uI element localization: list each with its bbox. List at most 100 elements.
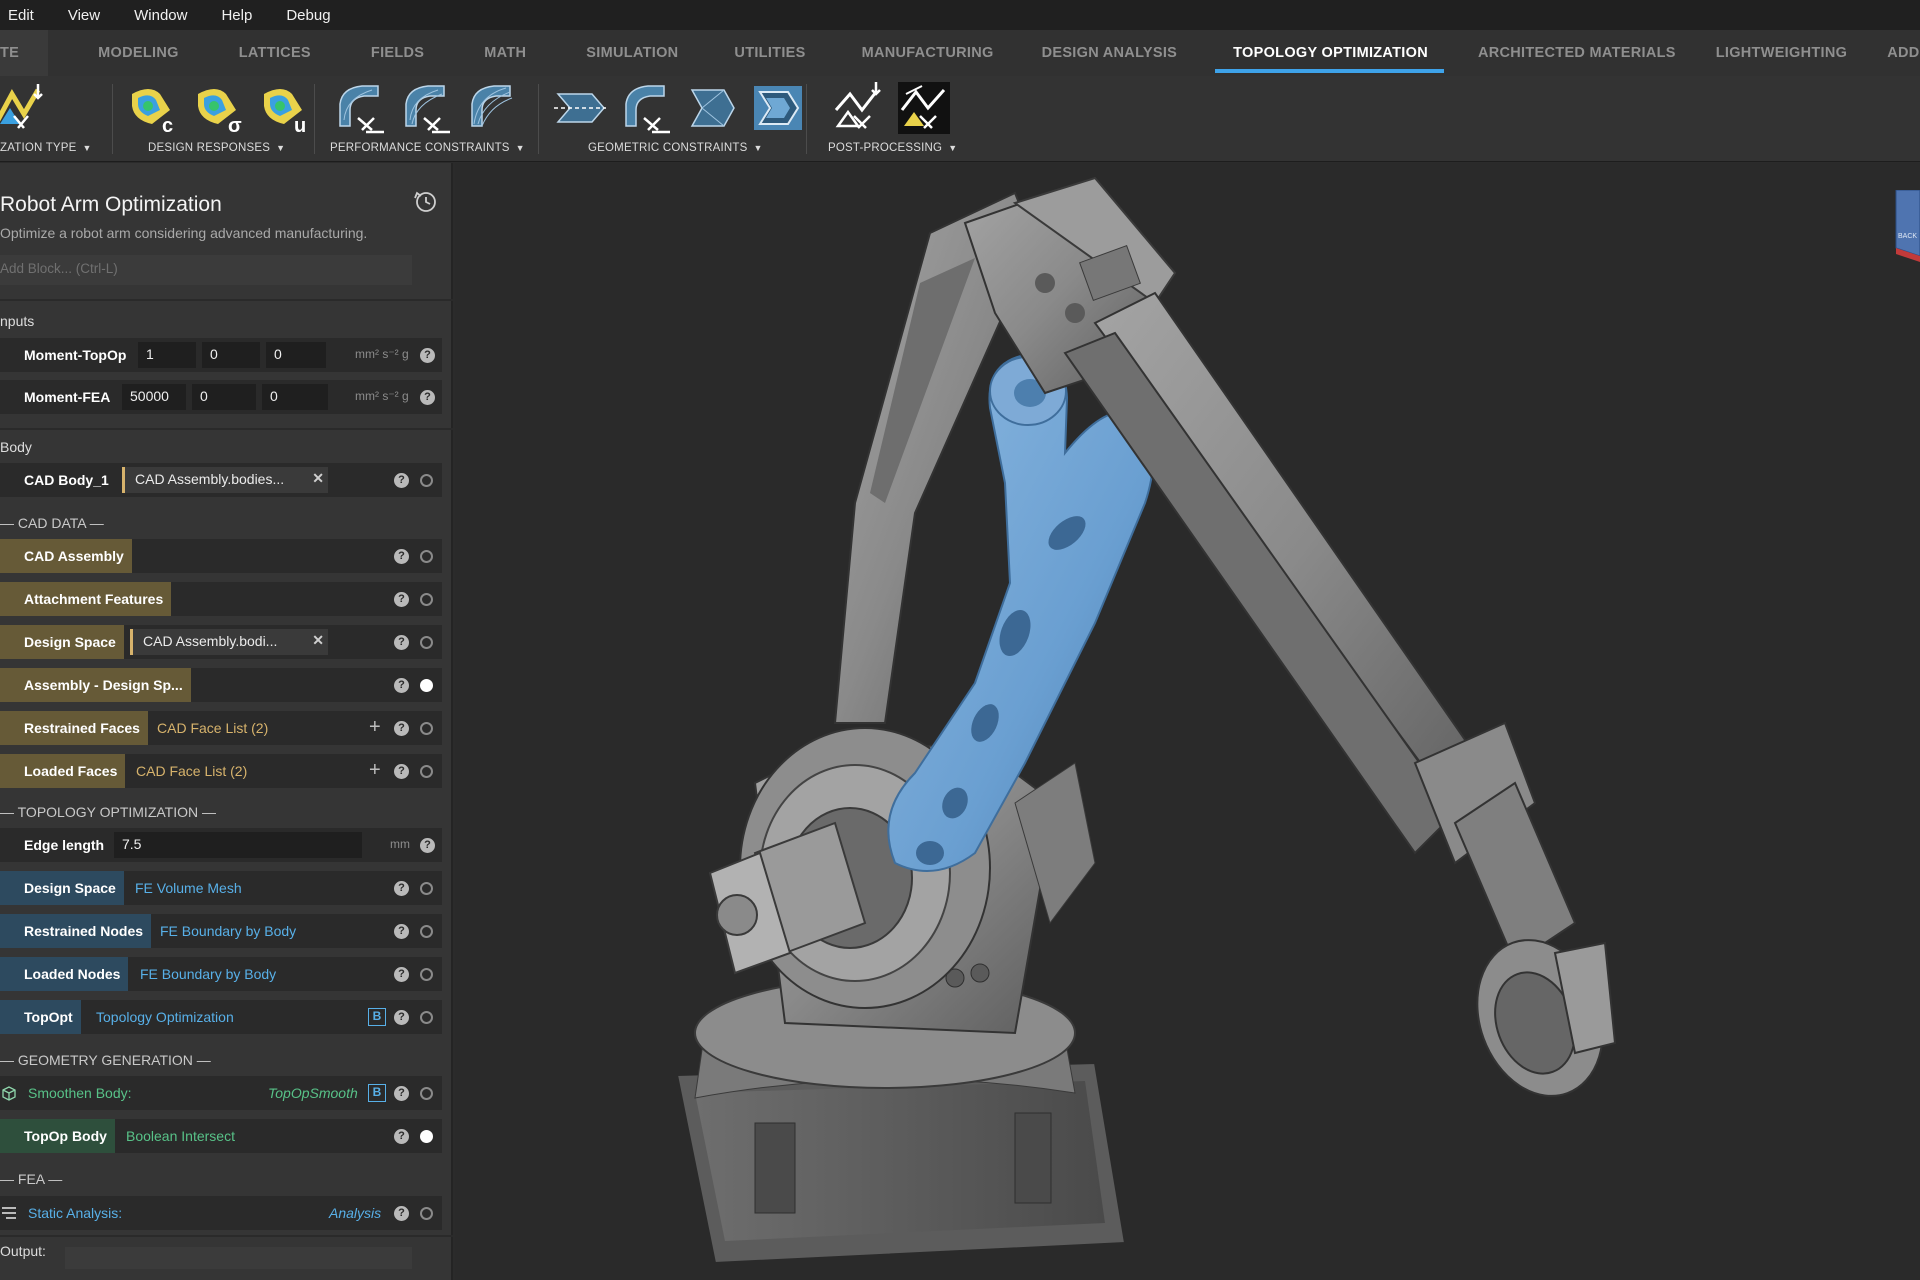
view-cube[interactable]: BACK <box>1892 190 1920 262</box>
3d-viewport[interactable] <box>455 163 1920 1280</box>
face-list-value[interactable]: CAD Face List (2) <box>136 754 247 788</box>
help-icon[interactable]: ? <box>394 1086 409 1101</box>
status-indicator[interactable] <box>420 925 433 938</box>
status-indicator[interactable] <box>420 679 433 692</box>
extrusion-constraint-icon[interactable] <box>684 80 740 136</box>
help-icon[interactable]: ? <box>394 678 409 693</box>
overhang-constraint-icon[interactable] <box>618 80 674 136</box>
help-icon[interactable]: ? <box>394 549 409 564</box>
geometry-value[interactable]: Boolean Intersect <box>126 1119 235 1153</box>
menu-edit[interactable]: Edit <box>0 7 51 24</box>
tab-simulation[interactable]: SIMULATION <box>556 30 706 76</box>
help-icon[interactable]: ? <box>394 881 409 896</box>
vector-x-field[interactable]: 50000 <box>122 384 186 410</box>
block-name[interactable]: CAD Assembly <box>0 539 132 573</box>
remove-icon[interactable]: ✕ <box>312 470 324 487</box>
face-list-value[interactable]: CAD Face List (2) <box>157 711 268 745</box>
cad-body-reference[interactable]: CAD Assembly.bodies... ✕ <box>122 467 328 493</box>
tab-manufacturing[interactable]: MANUFACTURING <box>834 30 1018 76</box>
block-name[interactable]: Design Space <box>0 625 124 659</box>
ribbon-group-label[interactable]: PERFORMANCE CONSTRAINTS ▼ <box>330 142 525 154</box>
help-icon[interactable]: ? <box>394 473 409 488</box>
utility-response-icon[interactable]: u <box>258 80 314 136</box>
status-indicator[interactable] <box>420 593 433 606</box>
help-icon[interactable]: ? <box>420 390 435 405</box>
menu-help[interactable]: Help <box>204 7 269 24</box>
stress-constraint-icon[interactable] <box>332 80 388 136</box>
block-name[interactable]: CAD Body_1 <box>0 463 117 497</box>
vector-y-field[interactable]: 0 <box>192 384 256 410</box>
block-name[interactable]: Moment-FEA <box>0 380 119 414</box>
block-name[interactable]: Edge length <box>0 828 113 862</box>
status-indicator[interactable] <box>420 765 433 778</box>
tab-lightweighting[interactable]: LIGHTWEIGHTING <box>1696 30 1867 76</box>
design-space-reference[interactable]: CAD Assembly.bodi... ✕ <box>130 629 328 655</box>
status-indicator[interactable] <box>420 1087 433 1100</box>
fe-value[interactable]: Topology Optimization <box>96 1000 234 1034</box>
help-icon[interactable]: ? <box>394 592 409 607</box>
vector-y-field[interactable]: 0 <box>202 342 260 368</box>
history-icon[interactable] <box>413 189 439 215</box>
help-icon[interactable]: ? <box>420 348 435 363</box>
tab-topology-optimization[interactable]: TOPOLOGY OPTIMIZATION <box>1201 30 1458 76</box>
frequency-constraint-icon[interactable] <box>464 80 520 136</box>
smoothing-icon[interactable] <box>830 80 886 136</box>
vector-z-field[interactable]: 0 <box>262 384 328 410</box>
help-icon[interactable]: ? <box>394 1010 409 1025</box>
tab-architected-materials[interactable]: ARCHITECTED MATERIALS <box>1458 30 1696 76</box>
remove-icon[interactable]: ✕ <box>312 632 324 649</box>
help-icon[interactable]: ? <box>394 1206 409 1221</box>
symmetry-constraint-icon[interactable] <box>552 80 608 136</box>
status-indicator[interactable] <box>420 550 433 563</box>
ribbon-group-label[interactable]: GEOMETRIC CONSTRAINTS ▼ <box>588 142 763 154</box>
block-name[interactable]: Static Analysis: <box>0 1196 130 1230</box>
status-indicator[interactable] <box>420 1011 433 1024</box>
block-name[interactable]: Design Space <box>0 871 124 905</box>
help-icon[interactable]: ? <box>394 764 409 779</box>
analysis-value[interactable]: Analysis <box>329 1196 381 1230</box>
block-name[interactable]: Assembly - Design Sp... <box>0 668 191 702</box>
tab-fields[interactable]: FIELDS <box>341 30 454 76</box>
block-name[interactable]: Loaded Nodes <box>0 957 129 991</box>
status-indicator[interactable] <box>420 1130 433 1143</box>
vector-z-field[interactable]: 0 <box>266 342 326 368</box>
fe-value[interactable]: FE Boundary by Body <box>140 957 276 991</box>
status-indicator[interactable] <box>420 968 433 981</box>
add-block-input[interactable]: Add Block... (Ctrl-L) <box>0 255 412 285</box>
block-name[interactable]: Restrained Nodes <box>0 914 152 948</box>
help-icon[interactable]: ? <box>394 1129 409 1144</box>
block-name[interactable]: Smoothen Body: <box>0 1076 140 1110</box>
tab-math[interactable]: MATH <box>454 30 556 76</box>
menu-debug[interactable]: Debug <box>269 7 347 24</box>
tab-lattices[interactable]: LATTICES <box>209 30 341 76</box>
tab-create[interactable]: TE <box>0 30 49 76</box>
ribbon-group-label[interactable]: ZATION TYPE ▼ <box>0 142 92 154</box>
ribbon-group-label[interactable]: DESIGN RESPONSES ▼ <box>148 142 285 154</box>
block-name[interactable]: TopOpt <box>0 1000 81 1034</box>
block-name[interactable]: Attachment Features <box>0 582 172 616</box>
help-icon[interactable]: ? <box>394 967 409 982</box>
help-icon[interactable]: ? <box>394 635 409 650</box>
geometry-value[interactable]: TopOpSmooth <box>268 1076 358 1110</box>
objective-response-icon[interactable]: σ <box>192 80 248 136</box>
menu-view[interactable]: View <box>51 7 117 24</box>
output-field[interactable] <box>65 1247 412 1269</box>
fe-value[interactable]: FE Volume Mesh <box>135 871 242 905</box>
fe-value[interactable]: FE Boundary by Body <box>160 914 296 948</box>
block-name[interactable]: Moment-TopOp <box>0 338 135 372</box>
menu-window[interactable]: Window <box>117 7 204 24</box>
tab-utilities[interactable]: UTILITIES <box>706 30 833 76</box>
optimization-type-icon[interactable] <box>0 80 50 136</box>
compliance-response-icon[interactable]: c <box>126 80 182 136</box>
add-icon[interactable]: + <box>369 759 381 782</box>
block-name[interactable]: Restrained Faces <box>0 711 148 745</box>
tab-design-analysis[interactable]: DESIGN ANALYSIS <box>1018 30 1202 76</box>
robot-arm-model[interactable] <box>455 163 1920 1280</box>
vector-x-field[interactable]: 1 <box>138 342 196 368</box>
status-indicator[interactable] <box>420 1207 433 1220</box>
thickness-constraint-icon[interactable] <box>750 80 806 136</box>
edge-length-field[interactable]: 7.5 <box>114 832 362 858</box>
displacement-constraint-icon[interactable] <box>398 80 454 136</box>
help-icon[interactable]: ? <box>394 924 409 939</box>
status-indicator[interactable] <box>420 474 433 487</box>
